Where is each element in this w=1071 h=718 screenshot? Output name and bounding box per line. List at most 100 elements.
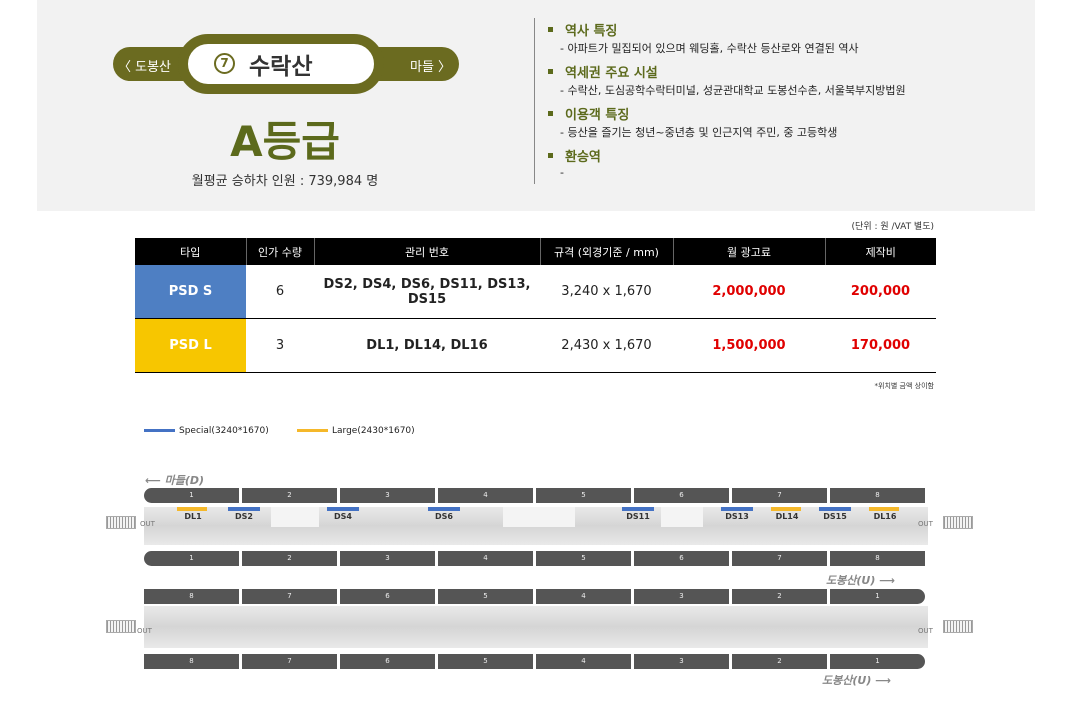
track-row-2: 12345678 xyxy=(144,551,928,566)
info-item-transfer: 환승역 - xyxy=(548,146,601,179)
train-car-8: 8 xyxy=(830,551,925,566)
screen-marker-ds15 xyxy=(819,507,851,511)
screen-label: DS2 xyxy=(235,512,253,521)
fee-cell: 2,000,000 xyxy=(673,265,825,319)
stair-left-lower xyxy=(106,620,136,633)
stair-right-lower xyxy=(943,620,973,633)
train-car-8: 8 xyxy=(144,589,239,604)
info-title: 환승역 xyxy=(565,150,601,165)
info-item-facilities: 역세권 주요 시설 - 수락산, 도심공학수락터미널, 성균관대학교 도봉선수촌… xyxy=(548,62,906,98)
legend-large-swatch xyxy=(297,429,328,432)
train-car-1: 1 xyxy=(830,654,925,669)
qty-cell: 6 xyxy=(246,265,314,319)
column-header: 타입 xyxy=(135,238,246,265)
column-header: 월 광고료 xyxy=(672,238,825,265)
screen-label: DS4 xyxy=(334,512,352,521)
train-car-4: 4 xyxy=(536,654,631,669)
bullet-icon xyxy=(548,69,553,74)
train-car-1: 1 xyxy=(144,551,239,566)
train-car-6: 6 xyxy=(340,654,435,669)
station-number-badge: 7 xyxy=(214,53,235,74)
direction-label: 마들(D) xyxy=(164,474,205,487)
column-header: 관리 번호 xyxy=(313,238,540,265)
train-car-6: 6 xyxy=(634,488,729,503)
train-car-5: 5 xyxy=(438,654,533,669)
track-row-1: 12345678 xyxy=(144,488,928,503)
info-item-users: 이용객 특징 - 등산을 즐기는 청년~중년층 및 인근지역 주민, 중 고등학… xyxy=(548,104,837,140)
info-desc: - 수락산, 도심공학수락터미널, 성균관대학교 도봉선수촌, 서울북부지방법원 xyxy=(560,84,906,97)
screen-label: DL16 xyxy=(873,512,897,521)
out-label: OUT xyxy=(918,520,933,528)
qty-cell: 3 xyxy=(246,318,314,373)
column-header: 규격 (외경기준 / mm) xyxy=(539,238,673,265)
table-row: PSD S 6 DS2, DS4, DS6, DS11, DS13, DS15 … xyxy=(135,265,936,319)
train-car-3: 3 xyxy=(340,488,435,503)
direction-label: 도봉산(U) xyxy=(822,674,872,687)
screen-marker-dl14 xyxy=(771,507,801,511)
track-row-4: 87654321 xyxy=(144,654,928,669)
train-car-6: 6 xyxy=(340,589,435,604)
screen-label: DS15 xyxy=(823,512,847,521)
train-car-3: 3 xyxy=(634,654,729,669)
info-item-station-feature: 역사 특징 - 아파트가 밀집되어 있으며 웨딩홀, 수락산 등산로와 연결된 … xyxy=(548,20,859,56)
train-car-5: 5 xyxy=(536,551,631,566)
platform-gap xyxy=(661,507,703,527)
type-cell: PSD L xyxy=(135,318,246,373)
info-title: 이용객 특징 xyxy=(565,108,630,123)
bullet-icon xyxy=(548,27,553,32)
train-car-8: 8 xyxy=(830,488,925,503)
monthly-passengers: 월평균 승하차 인원 : 739,984 명 xyxy=(191,174,379,189)
direction-dobongsan-upper: 도봉산(U) ⟶ xyxy=(826,574,895,587)
train-car-1: 1 xyxy=(830,589,925,604)
station-grade: A등급 xyxy=(230,117,340,166)
screen-marker-dl16 xyxy=(869,507,899,511)
train-car-7: 7 xyxy=(732,488,827,503)
screen-marker-dl1 xyxy=(177,507,207,511)
info-desc: - 아파트가 밀집되어 있으며 웨딩홀, 수락산 등산로와 연결된 역사 xyxy=(560,42,859,55)
train-car-7: 7 xyxy=(242,654,337,669)
size-cell: 2,430 x 1,670 xyxy=(540,318,673,373)
info-title: 역사 특징 xyxy=(565,24,618,39)
legend-special-swatch xyxy=(144,429,175,432)
train-car-4: 4 xyxy=(438,551,533,566)
train-car-3: 3 xyxy=(634,589,729,604)
legend-label: Special(3240*1670) xyxy=(179,426,269,436)
size-cell: 3,240 x 1,670 xyxy=(540,265,673,319)
train-car-5: 5 xyxy=(536,488,631,503)
out-label: OUT xyxy=(137,627,152,635)
direction-dobongsan-lower: 도봉산(U) ⟶ xyxy=(822,674,891,687)
train-car-4: 4 xyxy=(438,488,533,503)
bullet-icon xyxy=(548,153,553,158)
legend-large: Large(2430*1670) xyxy=(297,426,415,436)
info-desc: - xyxy=(560,166,564,179)
train-car-2: 2 xyxy=(732,654,827,669)
pricing-table: 타입 인가 수량 관리 번호 규격 (외경기준 / mm) 월 광고료 제작비 … xyxy=(135,238,936,373)
platform-lower xyxy=(144,606,928,648)
type-cell: PSD S xyxy=(135,265,246,319)
bullet-icon xyxy=(548,111,553,116)
stair-right-upper xyxy=(943,516,973,529)
screen-marker-ds6 xyxy=(428,507,460,511)
train-car-1: 1 xyxy=(144,488,239,503)
screen-label: DS13 xyxy=(725,512,749,521)
codes-cell: DS2, DS4, DS6, DS11, DS13, DS15 xyxy=(314,265,540,319)
next-station: 마들 〉 xyxy=(410,60,452,75)
train-car-2: 2 xyxy=(242,551,337,566)
screen-marker-ds13 xyxy=(721,507,753,511)
info-title: 역세권 주요 시설 xyxy=(565,66,658,81)
cost-cell: 200,000 xyxy=(825,265,936,319)
screen-marker-ds4 xyxy=(327,507,359,511)
legend-label: Large(2430*1670) xyxy=(332,426,415,436)
info-desc: - 등산을 즐기는 청년~중년층 및 인근지역 주민, 중 고등학생 xyxy=(560,126,838,139)
price-note: *위치별 금액 상이함 xyxy=(874,382,934,390)
station-name: 수락산 xyxy=(249,54,313,80)
screen-marker-ds11 xyxy=(622,507,654,511)
codes-cell: DL1, DL14, DL16 xyxy=(314,318,540,373)
screen-marker-ds2 xyxy=(228,507,260,511)
train-car-2: 2 xyxy=(732,589,827,604)
cost-cell: 170,000 xyxy=(825,318,936,373)
track-row-3: 87654321 xyxy=(144,589,928,604)
legend-special: Special(3240*1670) xyxy=(144,426,269,436)
column-header: 인가 수량 xyxy=(245,238,314,265)
screen-label: DL1 xyxy=(184,512,202,521)
